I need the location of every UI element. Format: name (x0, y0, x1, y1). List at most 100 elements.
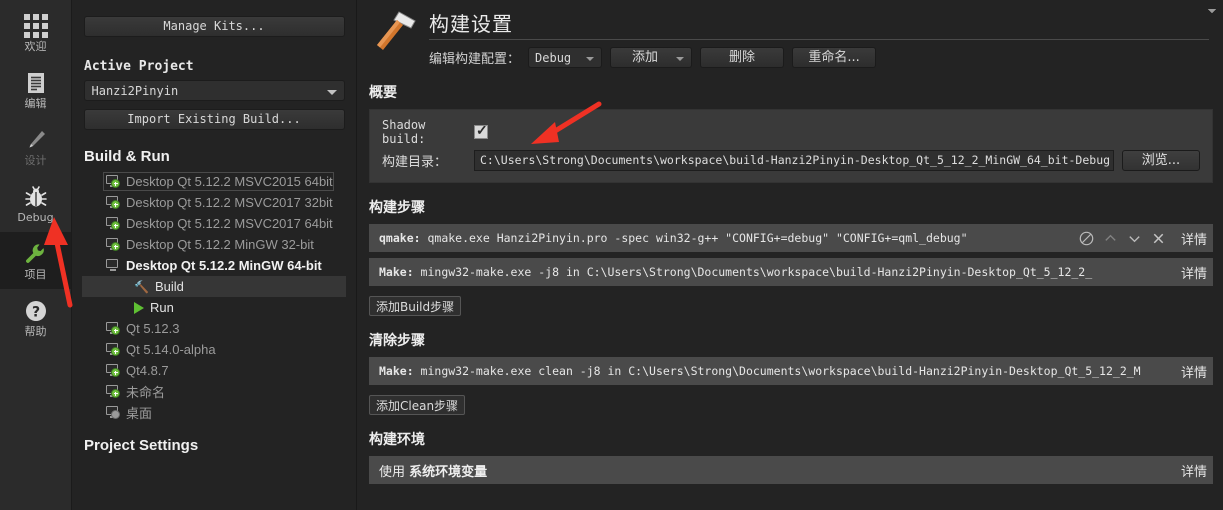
mode-item-design[interactable]: 设计 (0, 118, 71, 175)
page-header: 构建设置 编辑构建配置： Debug 添加 删除 重命名... (357, 0, 1223, 68)
add-build-step-label: 添加Build步骤 (376, 299, 455, 314)
tree-item-kit[interactable]: Desktop Qt 5.12.2 MinGW 32-bit (82, 234, 346, 255)
kit-add-icon (106, 364, 120, 377)
title-block: 构建设置 编辑构建配置： Debug 添加 删除 重命名... (429, 6, 1209, 68)
details-button[interactable]: 详情 (1175, 9, 1216, 381)
build-settings-pane: 构建设置 编辑构建配置： Debug 添加 删除 重命名... 概要 Shado… (357, 0, 1223, 510)
shadow-build-row: Shadow build: (382, 118, 1200, 146)
clean-step-name: Make: (379, 364, 414, 378)
document-icon (24, 71, 48, 95)
tree-item-label: Qt 5.12.3 (126, 321, 180, 336)
qt-creator-window: 欢迎 编辑 设计 Debug 项目 ? 帮助 Manage Kits... Ac… (0, 0, 1223, 510)
mode-item-label: 编辑 (24, 96, 47, 110)
active-project-value: Hanzi2Pinyin (91, 84, 179, 98)
build-step-name: qmake: (379, 231, 421, 245)
build-step-actions: 详情 (1165, 9, 1216, 282)
mode-item-welcome[interactable]: 欢迎 (0, 4, 71, 61)
kit-add-icon (106, 385, 120, 398)
move-down-icon[interactable] (1127, 231, 1142, 246)
move-up-icon[interactable] (1103, 231, 1118, 246)
add-clean-step-label: 添加Clean步骤 (376, 398, 459, 413)
disable-icon[interactable] (1079, 231, 1094, 246)
build-config-select[interactable]: Debug (528, 47, 603, 68)
kit-add-icon (106, 322, 120, 335)
edit-config-label: 编辑构建配置： (429, 52, 521, 67)
tree-item-label: Desktop Qt 5.12.2 MinGW 32-bit (126, 237, 314, 252)
remove-icon[interactable] (1151, 231, 1166, 246)
bug-icon (24, 185, 48, 209)
build-directory-input[interactable]: C:\Users\Strong\Documents\workspace\buil… (474, 149, 1114, 171)
mode-item-label: 帮助 (24, 324, 47, 338)
mode-item-edit[interactable]: 编辑 (0, 61, 71, 118)
add-clean-step-button[interactable]: 添加Clean步骤 (369, 9, 1216, 415)
tree-item-kit[interactable]: Qt 5.14.0-alpha (82, 339, 346, 360)
tree-item-kit[interactable]: 未命名 (82, 381, 346, 402)
build-step-make[interactable]: Make: mingw32-make.exe -j8 in C:\Users\S… (369, 9, 1216, 286)
mode-selector-bar: 欢迎 编辑 设计 Debug 项目 ? 帮助 (0, 0, 72, 510)
details-label: 详情 (1180, 232, 1207, 248)
chevron-down-icon (326, 90, 337, 95)
tree-item-label: Run (150, 300, 174, 315)
hammer-icon: 🔨 (134, 279, 149, 294)
shadow-build-checkbox[interactable] (474, 122, 488, 139)
details-button[interactable]: 详情 (1175, 9, 1216, 248)
mode-item-label: 欢迎 (24, 39, 47, 53)
mode-item-help[interactable]: ? 帮助 (0, 289, 71, 346)
build-environment-text: 使用 系统环境变量 (379, 461, 1175, 480)
chevron-down-icon (1208, 9, 1216, 13)
details-label: 详情 (1180, 464, 1207, 480)
build-environment-row[interactable]: 使用 系统环境变量 详情 (369, 9, 1216, 484)
page-title: 构建设置 (429, 8, 1209, 40)
build-step-text: qmake: qmake.exe Hanzi2Pinyin.pro -spec … (379, 231, 1069, 245)
tree-item-kit[interactable]: Desktop Qt 5.12.2 MSVC2015 64bit (82, 171, 346, 192)
add-config-button[interactable]: 添加 (610, 47, 693, 68)
chevron-down-icon (586, 57, 595, 61)
details-button[interactable]: 详情 (1175, 9, 1216, 480)
clean-steps-heading: 清除步骤 (369, 333, 425, 349)
tree-item-kit[interactable]: Qt4.8.7 (82, 360, 346, 381)
build-step-qmake[interactable]: qmake: qmake.exe Hanzi2Pinyin.pro -spec … (369, 9, 1216, 252)
tree-item-label: Desktop Qt 5.12.2 MSVC2017 64bit (126, 216, 333, 231)
tree-item-kit[interactable]: Qt 5.12.3 (82, 318, 346, 339)
tree-item-kit[interactable]: Desktop Qt 5.12.2 MSVC2017 64bit (82, 213, 346, 234)
build-directory-label: 构建目录： (382, 154, 448, 170)
build-and-run-heading: Build & Run (84, 148, 170, 165)
tree-item-label: Desktop Qt 5.12.2 MinGW 64-bit (126, 258, 322, 273)
monitor-icon (106, 259, 120, 272)
tree-item-label: Qt4.8.7 (126, 363, 169, 378)
tree-item-kit[interactable]: Desktop Qt 5.12.2 MSVC2017 32bit (82, 192, 346, 213)
chevron-down-icon (676, 57, 685, 61)
summary-panel: Shadow build: 构建目录： C:\Users\Strong\Docu… (369, 109, 1213, 183)
tree-item-label: 桌面 (126, 406, 153, 421)
build-config-value: Debug (535, 51, 572, 65)
details-button[interactable]: 详情 (1175, 9, 1216, 282)
kit-add-icon (106, 196, 120, 209)
build-environment-value: 系统环境变量 (409, 464, 488, 480)
tree-item-kit-active[interactable]: Desktop Qt 5.12.2 MinGW 64-bit (82, 255, 346, 276)
question-icon: ? (24, 299, 48, 323)
mode-item-projects[interactable]: 项目 (0, 232, 71, 289)
tree-item-kit[interactable]: 桌面 (82, 402, 346, 423)
browse-button[interactable]: 浏览... (1122, 149, 1200, 171)
add-build-step-button[interactable]: 添加Build步骤 (369, 9, 1216, 316)
import-existing-build-button[interactable]: Import Existing Build... (83, 109, 345, 130)
clean-step-make[interactable]: Make: mingw32-make.exe clean -j8 in C:\U… (369, 9, 1216, 385)
mode-item-label: 设计 (24, 153, 47, 167)
manage-kits-button[interactable]: Manage Kits... (83, 16, 345, 37)
project-tree-pane: Manage Kits... Active Project Hanzi2Piny… (72, 0, 357, 510)
delete-config-button[interactable]: 删除 (700, 47, 785, 68)
tree-item-label: Desktop Qt 5.12.2 MSVC2017 32bit (126, 195, 333, 210)
shadow-build-label: Shadow build: (382, 118, 426, 146)
tree-item-label: Desktop Qt 5.12.2 MSVC2015 64bit (126, 174, 333, 189)
clean-step-command: mingw32-make.exe clean -j8 in C:\Users\S… (413, 364, 1141, 378)
mode-item-label: 项目 (24, 267, 47, 281)
kit-warn-icon (106, 406, 120, 419)
tree-item-build[interactable]: 🔨 Build (82, 276, 346, 297)
active-project-select[interactable]: Hanzi2Pinyin (83, 80, 345, 101)
build-directory-row: 构建目录： C:\Users\Strong\Documents\workspac… (382, 148, 1200, 172)
mode-item-debug[interactable]: Debug (0, 175, 71, 232)
config-toolbar: 编辑构建配置： Debug 添加 删除 重命名... (429, 47, 1209, 68)
tree-item-run[interactable]: Run (82, 297, 346, 318)
build-step-name: Make: (379, 265, 414, 279)
rename-config-button[interactable]: 重命名... (792, 47, 877, 68)
